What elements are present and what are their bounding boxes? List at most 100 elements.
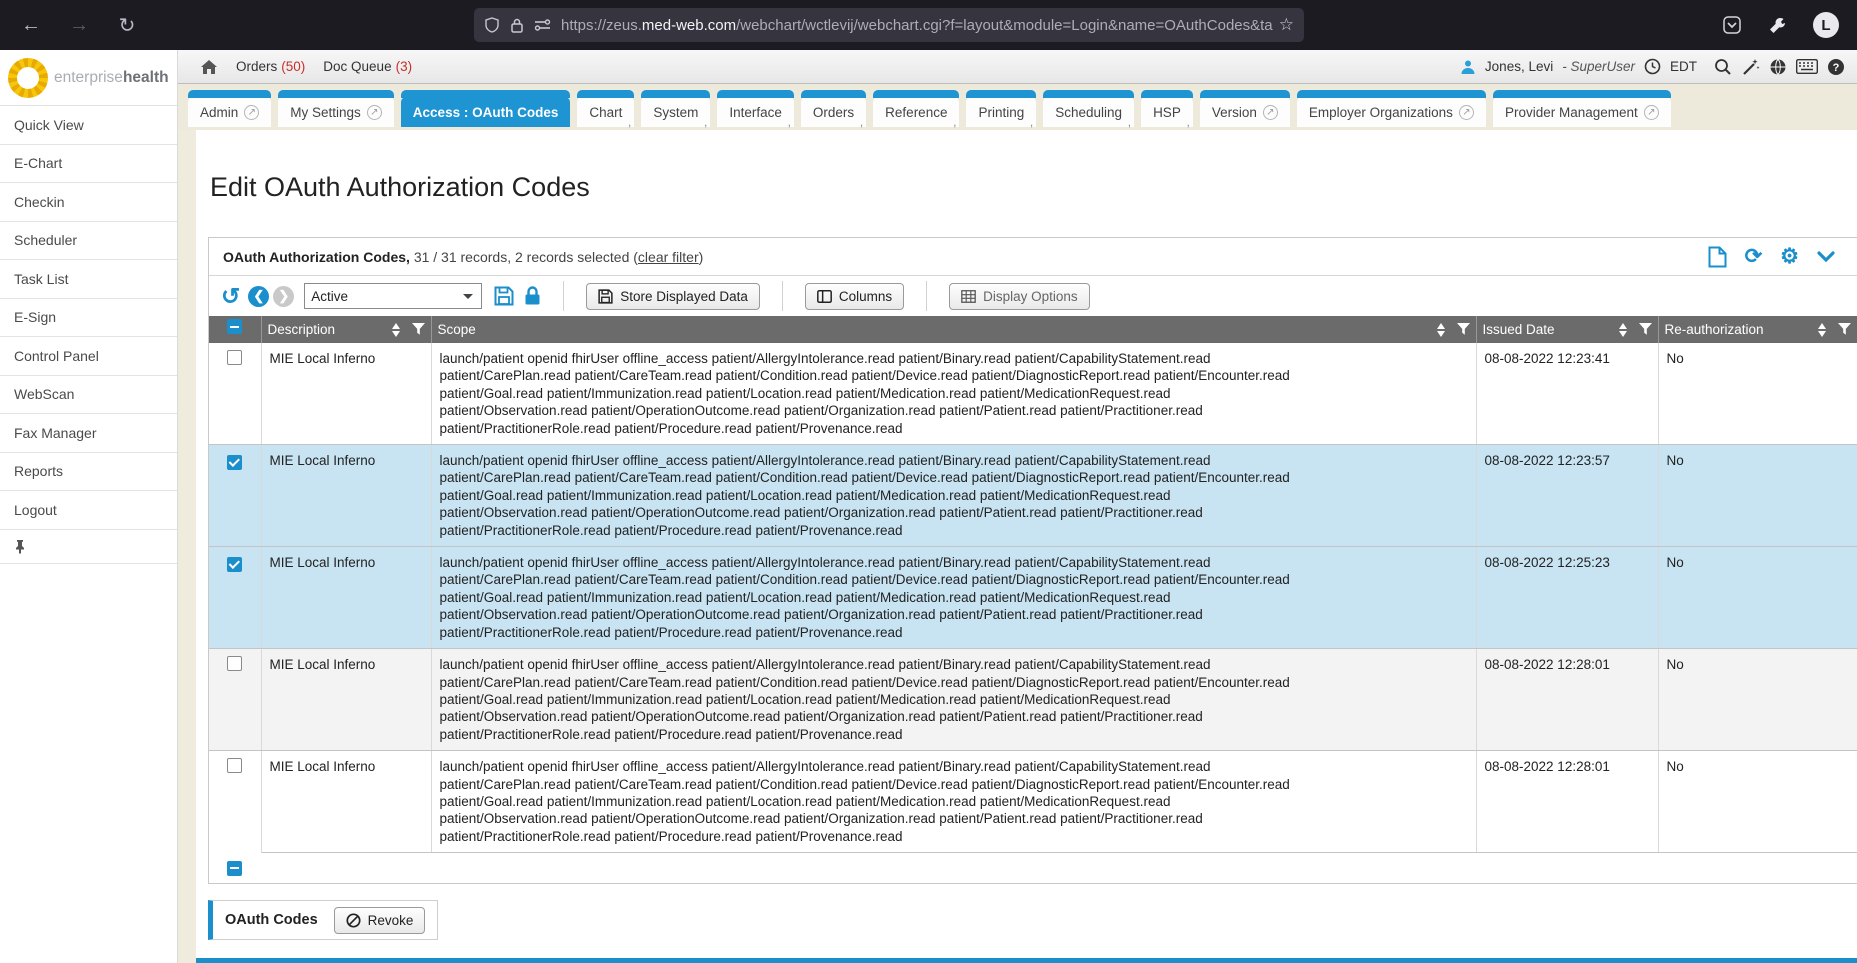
url-input[interactable]: https://zeus.med-web.com/webchart/wctlev… — [561, 17, 1273, 34]
status-filter-select[interactable]: Active — [304, 283, 482, 309]
tab-employer-organizations[interactable]: Employer Organizations↗ — [1297, 97, 1486, 127]
search-icon[interactable] — [1714, 58, 1732, 76]
external-link-icon: ↗ — [367, 105, 382, 120]
browser-reload-button[interactable]: ↻ — [110, 8, 144, 42]
refresh-icon[interactable]: ⟳ — [1745, 246, 1763, 267]
help-icon[interactable]: ? — [1827, 58, 1845, 76]
new-record-icon[interactable] — [1708, 246, 1727, 268]
lock-icon[interactable] — [510, 17, 524, 33]
cell-issued-date: 08-08-2022 12:25:23 — [1476, 547, 1658, 649]
browser-back-button[interactable]: ← — [14, 8, 48, 42]
sidebar-item-fax-manager[interactable]: Fax Manager — [0, 414, 177, 453]
tab-orders[interactable]: Orders — [801, 97, 866, 127]
doc-queue-link[interactable]: Doc Queue(3) — [323, 59, 412, 74]
row-checkbox[interactable] — [227, 656, 242, 671]
tab-chart[interactable]: Chart — [577, 97, 634, 127]
home-button[interactable] — [200, 59, 218, 75]
clear-filter-link[interactable]: clear filter — [638, 249, 699, 265]
select-all-checkbox[interactable] — [227, 319, 242, 334]
wand-icon[interactable] — [1741, 58, 1760, 76]
tab-version[interactable]: Version↗ — [1200, 97, 1290, 127]
filter-funnel-icon[interactable] — [1838, 323, 1851, 336]
prev-page-button[interactable]: ❮ — [248, 286, 269, 307]
bookmark-star-icon[interactable]: ☆ — [1279, 15, 1294, 35]
table-row: MIE Local Inferno launch/patient openid … — [209, 751, 1857, 853]
devtools-wrench-icon[interactable] — [1768, 16, 1787, 35]
orders-count-badge: (50) — [281, 59, 305, 74]
row-checkbox[interactable] — [227, 758, 242, 773]
settings-gear-icon[interactable]: ⚙ — [1780, 246, 1799, 267]
tab-reference[interactable]: Reference — [873, 97, 959, 127]
tab-hsp[interactable]: HSP — [1141, 97, 1193, 127]
display-options-button[interactable]: Display Options — [949, 283, 1090, 310]
tab-provider-management[interactable]: Provider Management↗ — [1493, 97, 1671, 127]
sidebar-item-scheduler[interactable]: Scheduler — [0, 222, 177, 261]
filter-funnel-icon[interactable] — [1457, 323, 1470, 336]
orders-link[interactable]: Orders(50) — [236, 59, 305, 74]
table-row: MIE Local Inferno launch/patient openid … — [209, 445, 1857, 547]
pocket-icon[interactable] — [1722, 15, 1742, 35]
column-header-issued-date[interactable]: Issued Date — [1476, 316, 1658, 343]
globe-icon[interactable] — [1769, 58, 1787, 76]
save-filter-icon[interactable] — [494, 286, 514, 306]
tab-admin[interactable]: Admin↗ — [188, 97, 271, 127]
top-nav-bar: Orders(50) Doc Queue(3) Jones, Levi - Su… — [178, 50, 1857, 84]
filter-funnel-icon[interactable] — [412, 323, 425, 336]
table-row: MIE Local Inferno launch/patient openid … — [209, 547, 1857, 649]
cell-reauthorization: No — [1658, 445, 1857, 547]
cell-scope: launch/patient openid fhirUser offline_a… — [431, 649, 1476, 751]
collapse-chevron-icon[interactable] — [1817, 251, 1835, 263]
footer-select-all-checkbox[interactable] — [227, 861, 242, 876]
cell-description: MIE Local Inferno — [261, 343, 431, 445]
cell-issued-date: 08-08-2022 12:28:01 — [1476, 751, 1658, 853]
tab-system[interactable]: System — [641, 97, 710, 127]
profile-avatar[interactable]: L — [1813, 12, 1839, 38]
sidebar-item-task-list[interactable]: Task List — [0, 260, 177, 299]
tab-interface[interactable]: Interface — [717, 97, 794, 127]
sidebar-item-checkin[interactable]: Checkin — [0, 183, 177, 222]
cell-issued-date: 08-08-2022 12:23:41 — [1476, 343, 1658, 445]
keyboard-icon[interactable] — [1796, 59, 1818, 74]
url-bar[interactable]: https://zeus.med-web.com/webchart/wctlev… — [474, 8, 1304, 42]
shield-icon[interactable] — [484, 17, 500, 33]
revoke-button[interactable]: Revoke — [334, 907, 426, 934]
sort-icon[interactable] — [1437, 323, 1445, 337]
store-displayed-data-button[interactable]: Store Displayed Data — [586, 283, 760, 310]
filter-funnel-icon[interactable] — [1639, 323, 1652, 336]
row-checkbox[interactable] — [227, 455, 242, 470]
user-name[interactable]: Jones, Levi — [1485, 59, 1553, 74]
sidebar-item-e-sign[interactable]: E-Sign — [0, 299, 177, 338]
undo-icon[interactable]: ↺ — [221, 285, 240, 308]
column-header-description[interactable]: Description — [261, 316, 431, 343]
sidebar-item-e-chart[interactable]: E-Chart — [0, 145, 177, 184]
column-header-scope[interactable]: Scope — [431, 316, 1476, 343]
lock-filter-icon[interactable] — [524, 286, 541, 306]
sidebar-item-webscan[interactable]: WebScan — [0, 376, 177, 415]
sort-icon[interactable] — [1619, 323, 1627, 337]
cell-reauthorization: No — [1658, 649, 1857, 751]
tab-my-settings[interactable]: My Settings↗ — [278, 97, 394, 127]
sidebar-item-reports[interactable]: Reports — [0, 453, 177, 492]
grid-icon — [961, 290, 976, 303]
cell-scope: launch/patient openid fhirUser offline_a… — [431, 343, 1476, 445]
clock-icon[interactable] — [1644, 58, 1661, 75]
columns-button[interactable]: Columns — [805, 283, 904, 310]
oauth-codes-subtab[interactable]: OAuth Codes Revoke — [208, 900, 438, 940]
sort-icon[interactable] — [1818, 323, 1826, 337]
sidebar-item-logout[interactable]: Logout — [0, 491, 177, 530]
sort-icon[interactable] — [392, 323, 400, 337]
subtab-panel-edge — [196, 958, 1857, 963]
sidebar-item-control-panel[interactable]: Control Panel — [0, 337, 177, 376]
browser-forward-button[interactable]: → — [62, 8, 96, 42]
column-header-re-authorization[interactable]: Re-authorization — [1658, 316, 1857, 343]
tab-scheduling[interactable]: Scheduling — [1043, 97, 1134, 127]
permissions-icon[interactable] — [534, 18, 551, 32]
row-checkbox[interactable] — [227, 557, 242, 572]
tab-access-oauth-codes[interactable]: Access : OAuth Codes — [401, 97, 571, 127]
left-gutter — [178, 130, 196, 963]
tab-printing[interactable]: Printing — [966, 97, 1036, 127]
next-page-button[interactable]: ❯ — [273, 286, 294, 307]
sidebar-item-quick-view[interactable]: Quick View — [0, 106, 177, 145]
sidebar-pin-toggle[interactable] — [0, 530, 177, 564]
row-checkbox[interactable] — [227, 350, 242, 365]
